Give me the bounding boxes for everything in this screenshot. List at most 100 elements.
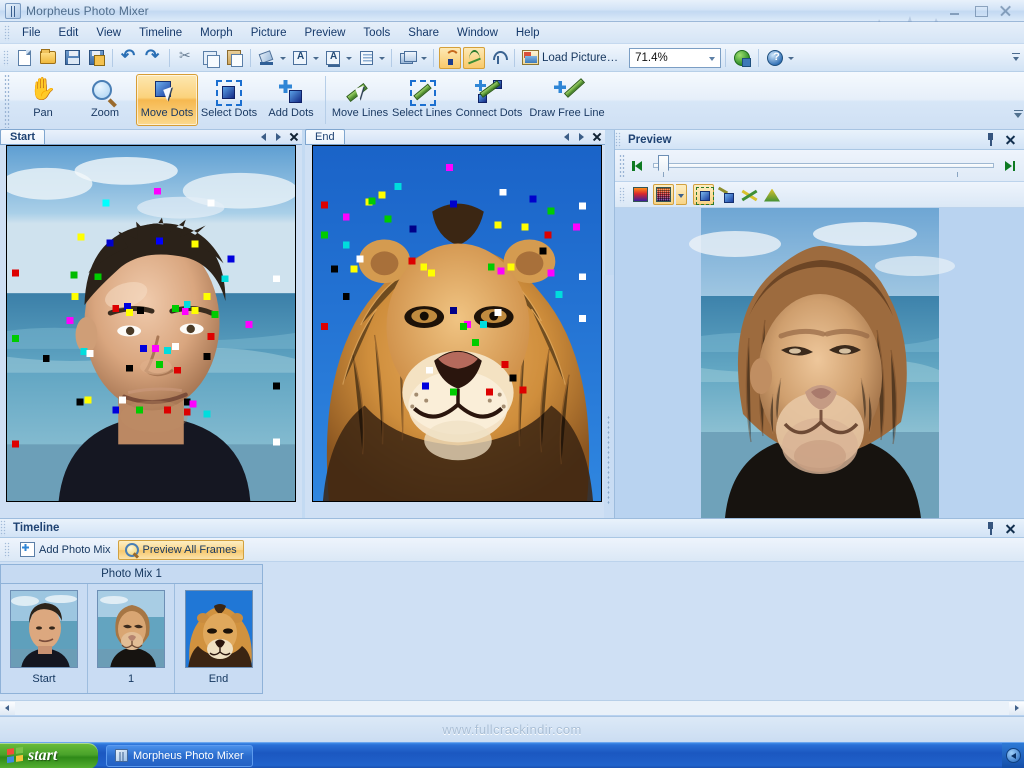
tab-start[interactable]: Start (0, 129, 46, 144)
menu-help[interactable]: Help (507, 24, 549, 42)
swatch-dropdown-button[interactable] (676, 184, 687, 205)
menu-picture[interactable]: Picture (242, 24, 296, 42)
close-icon[interactable] (1005, 134, 1016, 145)
list-style-dropdown[interactable] (378, 48, 387, 68)
preview-frame-slider[interactable] (653, 155, 994, 177)
list-style-button[interactable] (355, 47, 377, 69)
scroll-right-button[interactable] (1009, 701, 1024, 715)
preview-panel-grip[interactable] (615, 131, 621, 148)
dither-swatch-button[interactable] (653, 184, 674, 205)
tool-zoom[interactable]: Zoom (74, 74, 136, 126)
timeline-track[interactable]: Photo Mix 1 Start 1 End (0, 562, 1024, 715)
prev-tab-icon[interactable] (259, 131, 268, 142)
next-tab-icon[interactable] (274, 131, 283, 142)
text-style-dropdown[interactable] (312, 48, 321, 68)
minimize-button[interactable] (947, 4, 964, 18)
triangle-mesh-button[interactable] (762, 184, 783, 205)
photo-mix-group[interactable]: Photo Mix 1 Start 1 End (0, 564, 263, 694)
new-document-button[interactable] (13, 47, 35, 69)
timeline-frame[interactable]: End (175, 584, 262, 693)
taskbar-item-morpheus[interactable]: Morpheus Photo Mixer (106, 744, 253, 767)
menu-file[interactable]: File (13, 24, 50, 42)
preview-all-frames-button[interactable]: Preview All Frames (117, 539, 244, 560)
save-button[interactable] (61, 47, 83, 69)
text-underline-dropdown[interactable] (345, 48, 354, 68)
close-button[interactable] (997, 4, 1014, 18)
load-picture-button[interactable]: Load Picture… (519, 47, 624, 69)
fill-color-dropdown[interactable] (279, 48, 288, 68)
timeline-frame[interactable]: 1 (88, 584, 175, 693)
tools-toolbar-grip[interactable] (4, 74, 10, 128)
paste-button[interactable] (223, 47, 245, 69)
preview-toolbar-grip[interactable] (619, 186, 625, 203)
menubar-grip[interactable] (4, 24, 10, 41)
layers-button[interactable] (397, 47, 419, 69)
tab-end[interactable]: End (305, 129, 345, 144)
tool-select-lines[interactable]: Select Lines (391, 74, 453, 126)
preview-canvas[interactable] (615, 208, 1024, 518)
tool-add-dots[interactable]: Add Dots (260, 74, 322, 126)
web-share-button[interactable] (731, 47, 753, 69)
menu-tools[interactable]: Tools (354, 24, 399, 42)
prev-tab-icon[interactable] (562, 131, 571, 142)
tools-overflow-button[interactable] (1013, 72, 1024, 128)
help-button[interactable] (764, 47, 786, 69)
show-mesh-toggle[interactable] (487, 47, 509, 69)
cut-button[interactable] (175, 47, 197, 69)
close-panel-icon[interactable] (592, 131, 601, 142)
layers-dropdown[interactable] (420, 48, 429, 68)
save-as-button[interactable] (85, 47, 107, 69)
toolbar-overflow-button[interactable] (1011, 47, 1021, 69)
pin-icon[interactable] (985, 133, 996, 146)
add-photo-mix-button[interactable]: Add Photo Mix (13, 540, 118, 560)
menu-view[interactable]: View (87, 24, 130, 42)
help-dropdown[interactable] (787, 48, 796, 68)
copy-button[interactable] (199, 47, 221, 69)
marquee-select-button[interactable] (693, 184, 714, 205)
tool-select-dots[interactable]: Select Dots (198, 74, 260, 126)
end-image-canvas[interactable] (312, 145, 602, 502)
tool-move-dots[interactable]: Move Dots (136, 74, 198, 126)
undo-button[interactable] (118, 46, 140, 69)
timeline-frame[interactable]: Start (1, 584, 88, 693)
close-panel-icon[interactable] (289, 131, 298, 142)
menu-morph[interactable]: Morph (191, 24, 242, 42)
menu-window[interactable]: Window (448, 24, 507, 42)
step-back-button[interactable] (629, 157, 647, 175)
timeline-horizontal-scrollbar[interactable] (0, 700, 1024, 715)
tool-draw-free-line[interactable]: Draw Free Line (525, 74, 609, 126)
menu-share[interactable]: Share (399, 24, 448, 42)
pin-icon[interactable] (985, 521, 996, 535)
timeline-toolbar-grip[interactable] (4, 541, 10, 558)
preview-playback-grip[interactable] (619, 153, 625, 178)
fill-color-button[interactable] (256, 47, 278, 69)
timeline-grip[interactable] (0, 520, 6, 536)
menu-timeline[interactable]: Timeline (130, 24, 191, 42)
menu-edit[interactable]: Edit (50, 24, 88, 42)
maximize-button[interactable] (972, 4, 989, 18)
toolbar-grip[interactable] (3, 49, 9, 66)
show-lines-toggle[interactable] (463, 46, 485, 69)
start-button[interactable]: start (0, 742, 98, 768)
tool-move-lines[interactable]: Move Lines (329, 74, 391, 126)
next-tab-icon[interactable] (577, 131, 586, 142)
text-underline-style-button[interactable] (322, 47, 344, 69)
close-icon[interactable] (1005, 523, 1016, 534)
zoom-level-combobox[interactable]: 71.4% (629, 47, 722, 68)
cross-lines-button[interactable] (739, 184, 760, 205)
scroll-left-button[interactable] (0, 701, 15, 715)
chevron-left-icon[interactable] (1005, 748, 1021, 763)
end-control-points[interactable] (313, 146, 601, 501)
redo-button[interactable] (142, 46, 164, 69)
text-style-button[interactable] (289, 47, 311, 69)
move-point-button[interactable] (716, 184, 737, 205)
tool-pan[interactable]: Pan (12, 74, 74, 126)
open-file-button[interactable] (37, 47, 59, 69)
start-image-canvas[interactable] (6, 145, 296, 502)
show-dots-toggle[interactable] (439, 46, 461, 69)
gradient-swatch-button[interactable] (630, 184, 651, 205)
start-control-points[interactable] (7, 146, 295, 501)
tool-connect-dots[interactable]: Connect Dots (453, 74, 525, 126)
menu-preview[interactable]: Preview (296, 24, 355, 42)
step-forward-button[interactable] (1000, 157, 1018, 175)
